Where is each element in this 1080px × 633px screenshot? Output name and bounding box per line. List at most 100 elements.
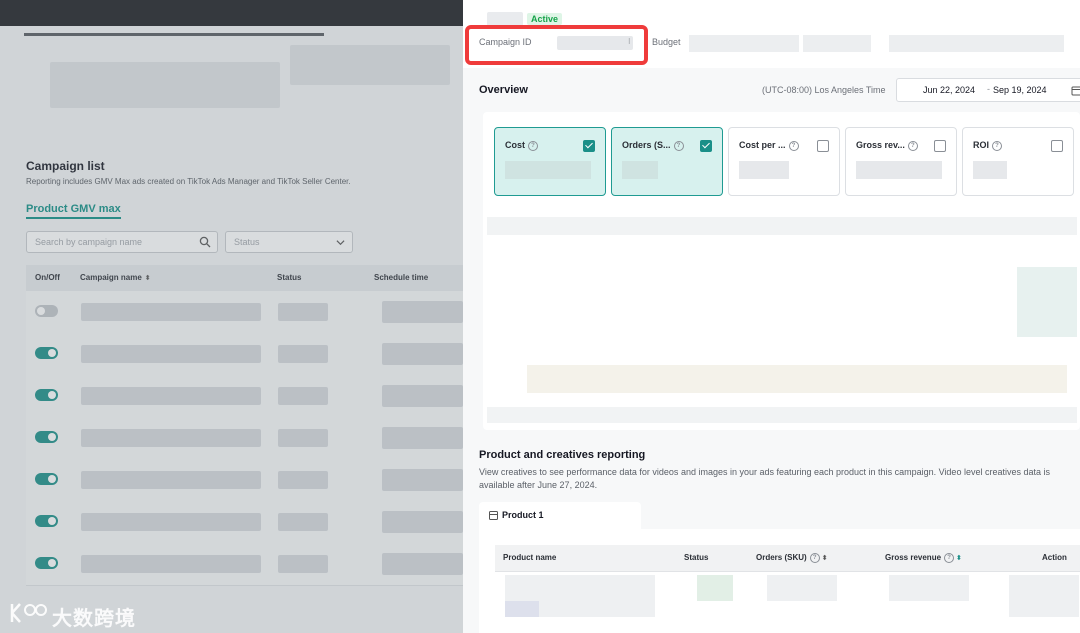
metric-card-roi[interactable]: ROI?: [962, 127, 1074, 196]
blurred-cell: [81, 471, 261, 489]
blurred-cell: [278, 345, 328, 363]
metric-label: ROI?: [973, 140, 1003, 151]
metric-label-text: ROI: [973, 140, 990, 150]
blurred-cell: [382, 343, 463, 365]
blurred-budget-value: [689, 35, 799, 52]
table-row[interactable]: [26, 375, 463, 418]
table-row[interactable]: [26, 543, 463, 586]
blurred-product-thumbnail: [505, 601, 539, 617]
table-row[interactable]: [26, 333, 463, 376]
metric-checkbox[interactable]: [817, 140, 829, 152]
metric-label-text: Cost: [505, 140, 525, 150]
metric-card-cost-per[interactable]: Cost per ...?: [728, 127, 840, 196]
timezone-label: (UTC-08:00) Los Angeles Time: [762, 85, 886, 95]
metric-checkbox[interactable]: [934, 140, 946, 152]
metric-checkbox[interactable]: [583, 140, 595, 152]
blurred-metric-value: [622, 161, 658, 179]
campaign-detail-drawer: Active Campaign ID ⁝ Budget Overview (UT…: [463, 0, 1080, 633]
blurred-cell: [382, 469, 463, 491]
on-off-toggle[interactable]: [35, 557, 58, 569]
watermark-text: 大数跨境: [52, 608, 136, 630]
blurred-cell: [81, 303, 261, 321]
metric-label-text: Gross rev...: [856, 140, 905, 150]
sort-icon[interactable]: ⬍: [145, 275, 151, 282]
column-gross-revenue[interactable]: Gross revenue? ⬍: [885, 553, 962, 563]
date-separator: -: [987, 84, 990, 94]
column-label: Orders (SKU): [756, 553, 807, 562]
tab-product-gmv-max[interactable]: Product GMV max: [26, 203, 121, 219]
product-reporting-description: View creatives to see performance data f…: [479, 467, 1050, 490]
campaign-list-title: Campaign list: [26, 159, 105, 173]
campaign-list-description: Reporting includes GMV Max ads created o…: [26, 177, 351, 186]
table-row[interactable]: [26, 291, 463, 334]
metric-checkbox[interactable]: [1051, 140, 1063, 152]
sort-icon[interactable]: ⬍: [822, 555, 828, 562]
metric-checkbox[interactable]: [700, 140, 712, 152]
budget-label: Budget: [652, 37, 681, 47]
blurred-cell: [278, 387, 328, 405]
column-orders-sku[interactable]: Orders (SKU)? ⬍: [756, 553, 828, 563]
blurred-cell: [278, 555, 328, 573]
blurred-chart-region: [527, 365, 1067, 393]
column-campaign-name[interactable]: Campaign name ⬍: [80, 273, 151, 282]
status-badge: Active: [527, 13, 563, 25]
metric-card-gross-revenue[interactable]: Gross rev...?: [845, 127, 957, 196]
blurred-cell: [278, 429, 328, 447]
blurred-trend-chart: [487, 207, 1077, 427]
help-icon[interactable]: ?: [673, 141, 684, 151]
product-table-panel: Product name Status Orders (SKU)? ⬍ Gross…: [479, 529, 1080, 633]
blurred-header-content: [290, 45, 450, 85]
blurred-header-value: [803, 35, 871, 52]
column-schedule-time: Schedule time: [374, 273, 429, 282]
campaign-list-page: Campaign list Reporting includes GMV Max…: [0, 0, 463, 633]
metric-card-orders[interactable]: Orders (S...?: [611, 127, 723, 196]
search-input[interactable]: Search by campaign name: [26, 231, 218, 253]
blurred-cell: [278, 471, 328, 489]
highlight-annotation-box: [465, 25, 648, 65]
metric-label: Cost per ...?: [739, 140, 799, 151]
search-icon[interactable]: [199, 236, 211, 248]
help-icon[interactable]: ?: [809, 553, 820, 563]
blurred-orders: [767, 575, 837, 601]
tab-product-1[interactable]: Product 1: [479, 502, 641, 529]
metric-label-text: Cost per ...: [739, 140, 786, 150]
on-off-toggle[interactable]: [35, 389, 58, 401]
blurred-revenue: [889, 575, 969, 601]
blurred-cell: [81, 555, 261, 573]
column-status: Status: [277, 273, 302, 282]
on-off-toggle[interactable]: [35, 347, 58, 359]
sort-icon[interactable]: ⬍: [956, 555, 962, 562]
table-row[interactable]: [26, 459, 463, 502]
help-icon[interactable]: ?: [907, 141, 918, 151]
status-placeholder: Status: [234, 237, 260, 247]
blurred-cell: [81, 429, 261, 447]
help-icon[interactable]: ?: [528, 141, 538, 151]
table-row[interactable]: [26, 417, 463, 460]
date-start: Jun 22, 2024: [923, 85, 976, 95]
metric-label: Cost?: [505, 140, 538, 151]
table-row[interactable]: [26, 501, 463, 544]
blurred-cell: [278, 303, 328, 321]
on-off-toggle[interactable]: [35, 515, 58, 527]
overview-panel: Cost? Orders (S...? Cost per ...? Gross …: [483, 112, 1080, 430]
blurred-campaign-name: [487, 12, 523, 26]
chevron-down-icon: [336, 240, 345, 246]
column-label: Campaign name: [80, 273, 142, 282]
blurred-header-content: [50, 62, 280, 108]
help-icon[interactable]: ?: [992, 141, 1003, 151]
help-icon[interactable]: ?: [788, 141, 799, 151]
on-off-toggle[interactable]: [35, 473, 58, 485]
status-filter-select[interactable]: Status: [225, 231, 353, 253]
on-off-toggle[interactable]: [35, 305, 58, 317]
blurred-cell: [81, 345, 261, 363]
on-off-toggle[interactable]: [35, 431, 58, 443]
blurred-cell: [382, 427, 463, 449]
blurred-cell: [81, 513, 261, 531]
date-range-picker[interactable]: Jun 22, 2024 - Sep 19, 2024: [896, 78, 1080, 102]
blurred-cell: [382, 553, 463, 575]
blurred-cell: [81, 387, 261, 405]
metric-card-cost[interactable]: Cost?: [494, 127, 606, 196]
product-tab-label: Product 1: [502, 510, 544, 520]
help-icon[interactable]: ?: [944, 553, 955, 563]
product-reporting-title: Product and creatives reporting: [479, 449, 646, 461]
